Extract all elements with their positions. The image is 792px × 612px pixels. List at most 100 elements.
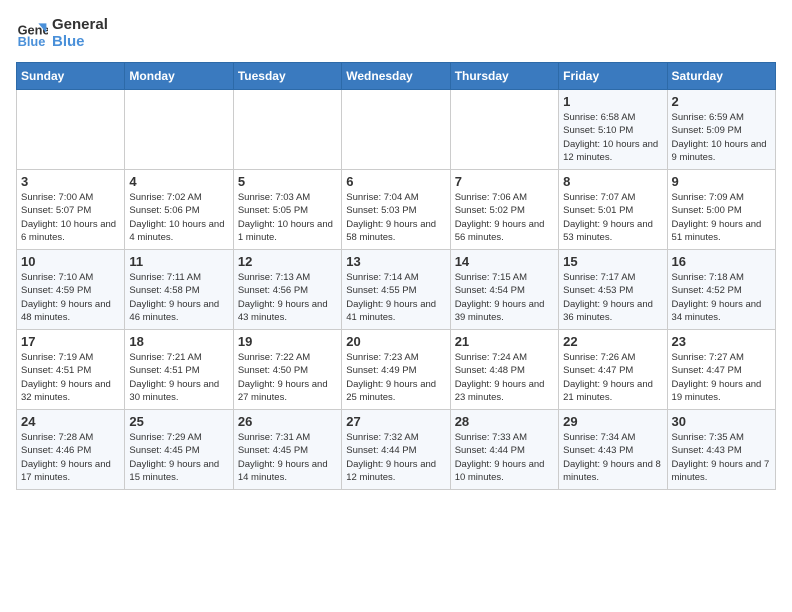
day-number: 4	[129, 174, 228, 189]
calendar-cell: 28 Sunrise: 7:33 AM Sunset: 4:44 PM Dayli…	[450, 410, 558, 490]
day-number: 29	[563, 414, 662, 429]
day-info: Sunrise: 7:18 AM Sunset: 4:52 PM Dayligh…	[672, 271, 771, 324]
day-number: 5	[238, 174, 337, 189]
day-info: Sunrise: 7:06 AM Sunset: 5:02 PM Dayligh…	[455, 191, 554, 244]
calendar-cell: 23 Sunrise: 7:27 AM Sunset: 4:47 PM Dayli…	[667, 330, 775, 410]
day-info: Sunrise: 7:31 AM Sunset: 4:45 PM Dayligh…	[238, 431, 337, 484]
day-number: 19	[238, 334, 337, 349]
weekday-header-monday: Monday	[125, 63, 233, 90]
day-number: 28	[455, 414, 554, 429]
day-info: Sunrise: 7:23 AM Sunset: 4:49 PM Dayligh…	[346, 351, 445, 404]
day-number: 17	[21, 334, 120, 349]
day-number: 13	[346, 254, 445, 269]
calendar-cell: 27 Sunrise: 7:32 AM Sunset: 4:44 PM Dayli…	[342, 410, 450, 490]
calendar-cell: 22 Sunrise: 7:26 AM Sunset: 4:47 PM Dayli…	[559, 330, 667, 410]
day-number: 26	[238, 414, 337, 429]
day-number: 9	[672, 174, 771, 189]
day-info: Sunrise: 6:58 AM Sunset: 5:10 PM Dayligh…	[563, 111, 662, 164]
day-number: 3	[21, 174, 120, 189]
calendar-table: SundayMondayTuesdayWednesdayThursdayFrid…	[16, 62, 776, 490]
calendar-cell: 13 Sunrise: 7:14 AM Sunset: 4:55 PM Dayli…	[342, 250, 450, 330]
day-info: Sunrise: 6:59 AM Sunset: 5:09 PM Dayligh…	[672, 111, 771, 164]
day-number: 27	[346, 414, 445, 429]
day-number: 12	[238, 254, 337, 269]
day-number: 24	[21, 414, 120, 429]
day-info: Sunrise: 7:27 AM Sunset: 4:47 PM Dayligh…	[672, 351, 771, 404]
day-info: Sunrise: 7:35 AM Sunset: 4:43 PM Dayligh…	[672, 431, 771, 484]
day-info: Sunrise: 7:22 AM Sunset: 4:50 PM Dayligh…	[238, 351, 337, 404]
weekday-header-friday: Friday	[559, 63, 667, 90]
calendar-cell: 26 Sunrise: 7:31 AM Sunset: 4:45 PM Dayli…	[233, 410, 341, 490]
calendar-cell: 3 Sunrise: 7:00 AM Sunset: 5:07 PM Daylig…	[17, 170, 125, 250]
calendar-cell: 12 Sunrise: 7:13 AM Sunset: 4:56 PM Dayli…	[233, 250, 341, 330]
calendar-cell	[17, 90, 125, 170]
day-number: 10	[21, 254, 120, 269]
day-info: Sunrise: 7:24 AM Sunset: 4:48 PM Dayligh…	[455, 351, 554, 404]
day-number: 18	[129, 334, 228, 349]
day-info: Sunrise: 7:26 AM Sunset: 4:47 PM Dayligh…	[563, 351, 662, 404]
calendar-cell: 18 Sunrise: 7:21 AM Sunset: 4:51 PM Dayli…	[125, 330, 233, 410]
logo-icon: General Blue	[16, 17, 48, 49]
svg-text:Blue: Blue	[18, 34, 46, 49]
day-info: Sunrise: 7:15 AM Sunset: 4:54 PM Dayligh…	[455, 271, 554, 324]
weekday-header-saturday: Saturday	[667, 63, 775, 90]
day-number: 21	[455, 334, 554, 349]
day-number: 23	[672, 334, 771, 349]
calendar-cell: 10Sunrise: 7:10 AM Sunset: 4:59 PM Dayli…	[17, 250, 125, 330]
calendar-cell	[342, 90, 450, 170]
calendar-cell: 25Sunrise: 7:29 AM Sunset: 4:45 PM Dayli…	[125, 410, 233, 490]
calendar-cell: 8Sunrise: 7:07 AM Sunset: 5:01 PM Daylig…	[559, 170, 667, 250]
day-number: 6	[346, 174, 445, 189]
calendar-cell: 21 Sunrise: 7:24 AM Sunset: 4:48 PM Dayli…	[450, 330, 558, 410]
day-info: Sunrise: 7:00 AM Sunset: 5:07 PM Dayligh…	[21, 191, 120, 244]
weekday-header-thursday: Thursday	[450, 63, 558, 90]
day-info: Sunrise: 7:33 AM Sunset: 4:44 PM Dayligh…	[455, 431, 554, 484]
day-number: 11	[129, 254, 228, 269]
calendar-cell: 2 Sunrise: 6:59 AM Sunset: 5:09 PM Daylig…	[667, 90, 775, 170]
day-number: 1	[563, 94, 662, 109]
day-info: Sunrise: 7:19 AM Sunset: 4:51 PM Dayligh…	[21, 351, 120, 404]
calendar-cell: 11 Sunrise: 7:11 AM Sunset: 4:58 PM Dayli…	[125, 250, 233, 330]
day-number: 2	[672, 94, 771, 109]
calendar-cell	[450, 90, 558, 170]
page-header: General Blue General Blue	[16, 16, 776, 50]
day-number: 15	[563, 254, 662, 269]
day-info: Sunrise: 7:11 AM Sunset: 4:58 PM Dayligh…	[129, 271, 228, 324]
calendar-cell: 5 Sunrise: 7:03 AM Sunset: 5:05 PM Daylig…	[233, 170, 341, 250]
logo: General Blue General Blue	[16, 16, 108, 50]
calendar-cell: 16 Sunrise: 7:18 AM Sunset: 4:52 PM Dayli…	[667, 250, 775, 330]
calendar-cell: 20 Sunrise: 7:23 AM Sunset: 4:49 PM Dayli…	[342, 330, 450, 410]
day-info: Sunrise: 7:34 AM Sunset: 4:43 PM Dayligh…	[563, 431, 662, 484]
weekday-header-wednesday: Wednesday	[342, 63, 450, 90]
day-info: Sunrise: 7:14 AM Sunset: 4:55 PM Dayligh…	[346, 271, 445, 324]
weekday-header-tuesday: Tuesday	[233, 63, 341, 90]
calendar-cell	[125, 90, 233, 170]
day-info: Sunrise: 7:21 AM Sunset: 4:51 PM Dayligh…	[129, 351, 228, 404]
day-info: Sunrise: 7:07 AM Sunset: 5:01 PM Dayligh…	[563, 191, 662, 244]
day-info: Sunrise: 7:04 AM Sunset: 5:03 PM Dayligh…	[346, 191, 445, 244]
day-info: Sunrise: 7:28 AM Sunset: 4:46 PM Dayligh…	[21, 431, 120, 484]
day-info: Sunrise: 7:13 AM Sunset: 4:56 PM Dayligh…	[238, 271, 337, 324]
calendar-cell: 14 Sunrise: 7:15 AM Sunset: 4:54 PM Dayli…	[450, 250, 558, 330]
day-number: 16	[672, 254, 771, 269]
weekday-header-sunday: Sunday	[17, 63, 125, 90]
calendar-cell: 17 Sunrise: 7:19 AM Sunset: 4:51 PM Dayli…	[17, 330, 125, 410]
calendar-cell: 1 Sunrise: 6:58 AM Sunset: 5:10 PM Daylig…	[559, 90, 667, 170]
day-number: 14	[455, 254, 554, 269]
calendar-cell: 19 Sunrise: 7:22 AM Sunset: 4:50 PM Dayli…	[233, 330, 341, 410]
day-number: 20	[346, 334, 445, 349]
day-number: 7	[455, 174, 554, 189]
calendar-cell: 24 Sunrise: 7:28 AM Sunset: 4:46 PM Dayli…	[17, 410, 125, 490]
day-info: Sunrise: 7:09 AM Sunset: 5:00 PM Dayligh…	[672, 191, 771, 244]
day-info: Sunrise: 7:03 AM Sunset: 5:05 PM Dayligh…	[238, 191, 337, 244]
day-number: 25	[129, 414, 228, 429]
day-number: 30	[672, 414, 771, 429]
day-number: 22	[563, 334, 662, 349]
calendar-cell: 7 Sunrise: 7:06 AM Sunset: 5:02 PM Daylig…	[450, 170, 558, 250]
calendar-cell	[233, 90, 341, 170]
calendar-cell: 6 Sunrise: 7:04 AM Sunset: 5:03 PM Daylig…	[342, 170, 450, 250]
day-info: Sunrise: 7:17 AM Sunset: 4:53 PM Dayligh…	[563, 271, 662, 324]
day-info: Sunrise: 7:32 AM Sunset: 4:44 PM Dayligh…	[346, 431, 445, 484]
day-info: Sunrise: 7:02 AM Sunset: 5:06 PM Dayligh…	[129, 191, 228, 244]
calendar-cell: 4 Sunrise: 7:02 AM Sunset: 5:06 PM Daylig…	[125, 170, 233, 250]
